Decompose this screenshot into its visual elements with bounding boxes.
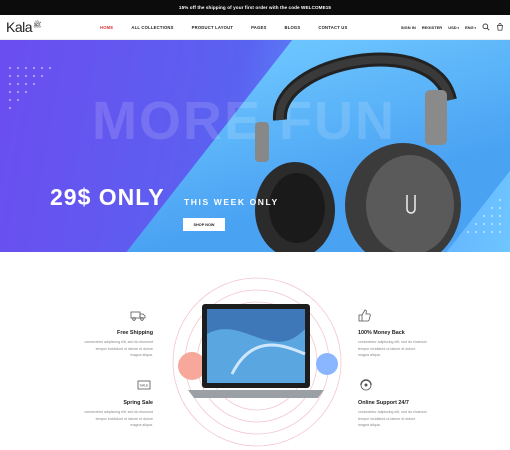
feature-free-shipping: Free Shipping consectetur adipiscing eli… xyxy=(43,330,153,359)
sign-in-link[interactable]: SIGN IN xyxy=(401,25,416,30)
header-actions: SIGN IN REGISTER USD ENG xyxy=(401,23,504,31)
dot-pattern xyxy=(9,67,51,109)
register-link[interactable]: REGISTER xyxy=(422,25,442,30)
feature-money-back: 100% Money Back consectetur adipiscing e… xyxy=(358,330,468,359)
laptop-illustration xyxy=(172,277,342,447)
logo-mark: ﷺ xyxy=(33,21,42,29)
nav-product-layout[interactable]: PRODUCT LAYOUT xyxy=(183,25,243,30)
feature-title: Free Shipping xyxy=(117,330,153,336)
language-select[interactable]: ENG xyxy=(465,25,476,30)
logo[interactable]: Kala ﷺ xyxy=(6,19,61,35)
nav-all-collections[interactable]: ALL COLLECTIONS xyxy=(122,25,182,30)
nav-blogs[interactable]: BLOGS xyxy=(275,25,309,30)
promo-text: 15% off the shipping of your first order… xyxy=(178,5,332,10)
headphones-image xyxy=(255,52,461,252)
feature-text-line: magna aliqua. xyxy=(130,423,153,428)
feature-spring-sale: Spring Sale consectetur adipiscing elit,… xyxy=(43,400,153,429)
truck-icon xyxy=(130,311,146,321)
main-nav: HOME ALL COLLECTIONS PRODUCT LAYOUT PAGE… xyxy=(91,25,357,30)
feature-text-line: magna aliqua. xyxy=(358,423,381,428)
nav-home[interactable]: HOME xyxy=(91,25,122,30)
features-section: Free Shipping consectetur adipiscing eli… xyxy=(0,252,510,450)
logo-text: Kala xyxy=(6,19,33,35)
currency-select[interactable]: USD xyxy=(448,25,459,30)
hero-banner: MORE FUN 29$ ONLY THIS WEEK ONLY SHOP NO… xyxy=(0,40,510,252)
svg-text:SALE: SALE xyxy=(140,384,150,388)
nav-pages[interactable]: PAGES xyxy=(242,25,275,30)
feature-text-line: magna aliqua. xyxy=(130,353,153,358)
site-header: Kala ﷺ HOME ALL COLLECTIONS PRODUCT LAYOU… xyxy=(0,15,510,40)
feature-online-support: Online Support 24/7 consectetur adipisci… xyxy=(358,400,468,429)
feature-title: Spring Sale xyxy=(123,400,153,406)
feature-title: 100% Money Back xyxy=(358,330,405,336)
promo-bar: 15% off the shipping of your first order… xyxy=(0,0,510,15)
thumbs-up-icon xyxy=(358,309,371,322)
hero-price: 29$ ONLY xyxy=(50,184,165,210)
cart-icon[interactable] xyxy=(496,23,504,31)
hero-subtitle: THIS WEEK ONLY xyxy=(184,197,279,207)
sale-tag-icon: SALE xyxy=(137,380,151,390)
search-icon[interactable] xyxy=(482,23,490,31)
support-icon xyxy=(360,379,372,391)
feature-title: Online Support 24/7 xyxy=(358,400,409,406)
feature-text-line: magna aliqua. xyxy=(358,353,381,358)
shop-now-button[interactable]: SHOP NOW xyxy=(183,218,225,231)
nav-contact-us[interactable]: CONTACT US xyxy=(309,25,356,30)
